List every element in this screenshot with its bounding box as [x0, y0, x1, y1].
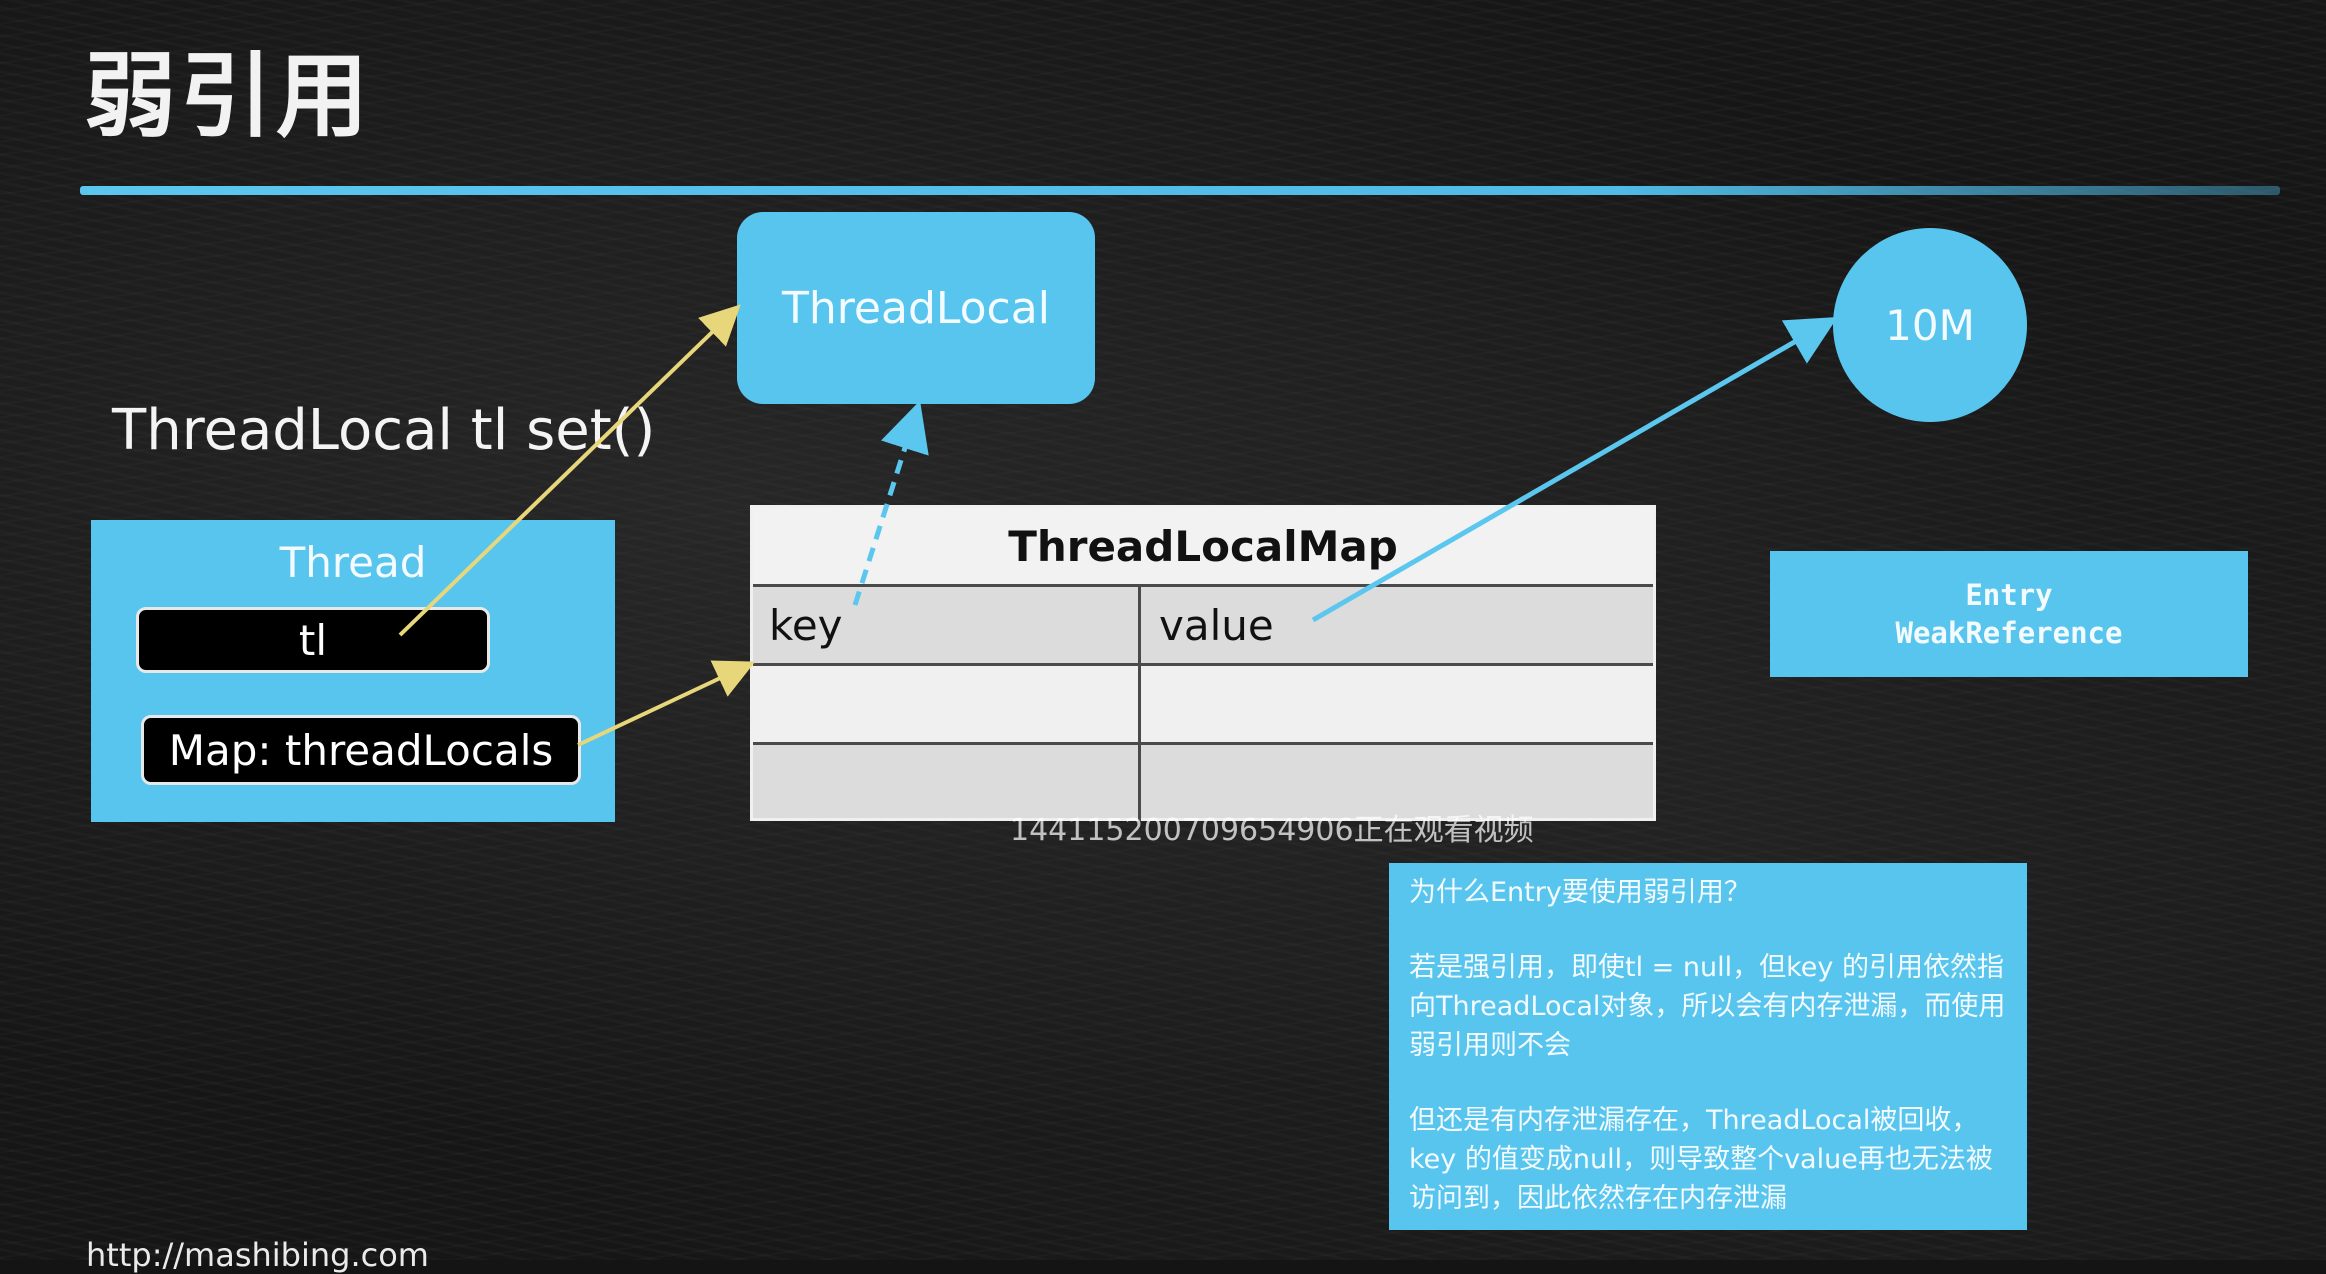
- reference-arrows: [398, 304, 1838, 747]
- tl-to-threadlocal-arrow: [398, 304, 741, 637]
- key-to-threadlocal-weak-arrow: [852, 400, 929, 606]
- map-to-threadlocalmap-arrow: [577, 660, 756, 747]
- value-to-memory-arrow: [1311, 316, 1838, 623]
